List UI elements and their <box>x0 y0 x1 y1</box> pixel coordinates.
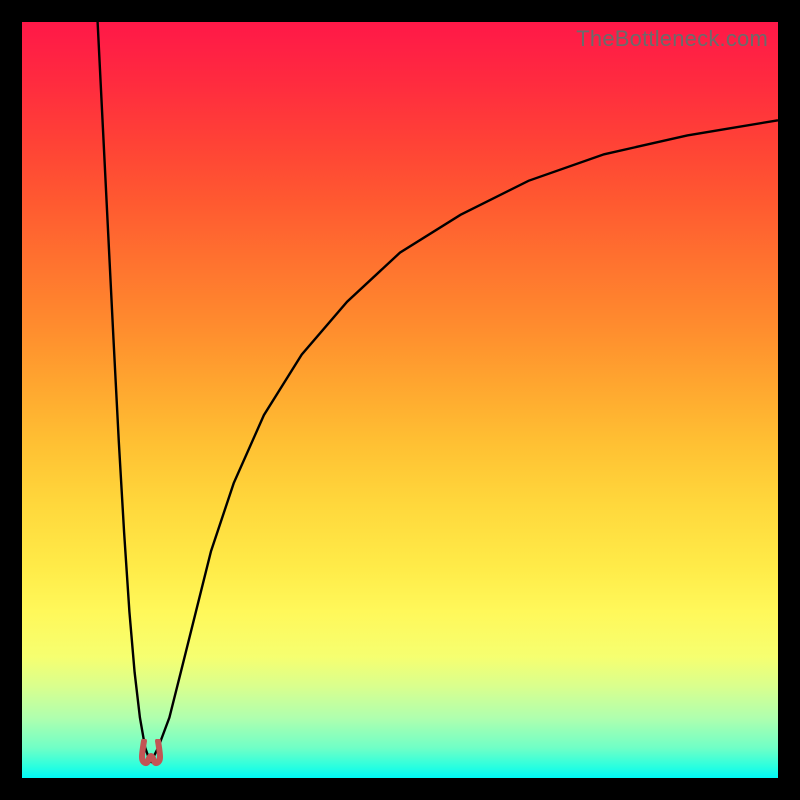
curve-left-branch <box>98 22 151 763</box>
curve-right-branch <box>151 120 779 763</box>
bottleneck-curves <box>22 22 778 778</box>
chart-frame: TheBottleneck.com <box>0 0 800 800</box>
minimum-marker-icon <box>138 739 164 767</box>
plot-area: TheBottleneck.com <box>22 22 778 778</box>
